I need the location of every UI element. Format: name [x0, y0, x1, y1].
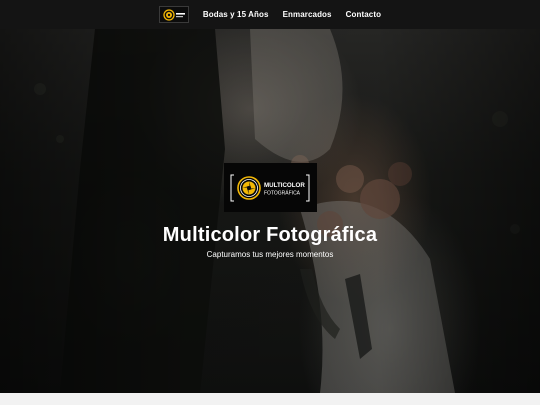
- brand-line1-text: MULTICOLOR: [264, 182, 305, 189]
- camera-aperture-logo-icon: MULTICOLOR FOTOGRÁFICA: [230, 174, 310, 201]
- nav-container: Bodas y 15 Años Enmarcados Contacto: [158, 6, 381, 23]
- hero-subtitle: Capturamos tus mejores momentos: [206, 250, 334, 259]
- top-navbar: Bodas y 15 Años Enmarcados Contacto: [0, 0, 540, 29]
- hero-section: MULTICOLOR FOTOGRÁFICA Multicolor Fotogr…: [0, 29, 540, 393]
- nav-link-enmarcados[interactable]: Enmarcados: [283, 10, 332, 19]
- nav-link-bodas[interactable]: Bodas y 15 Años: [203, 10, 269, 19]
- brand-line2-text: FOTOGRÁFICA: [264, 189, 301, 196]
- nav-link-contacto[interactable]: Contacto: [346, 10, 381, 19]
- nav-logo[interactable]: [158, 6, 189, 23]
- camera-aperture-logo-icon: [163, 8, 185, 21]
- page-bottom-band: [0, 393, 540, 405]
- hero-content: MULTICOLOR FOTOGRÁFICA Multicolor Fotogr…: [0, 29, 540, 393]
- brand-logo: MULTICOLOR FOTOGRÁFICA: [223, 163, 317, 212]
- hero-title: Multicolor Fotográfica: [162, 224, 378, 246]
